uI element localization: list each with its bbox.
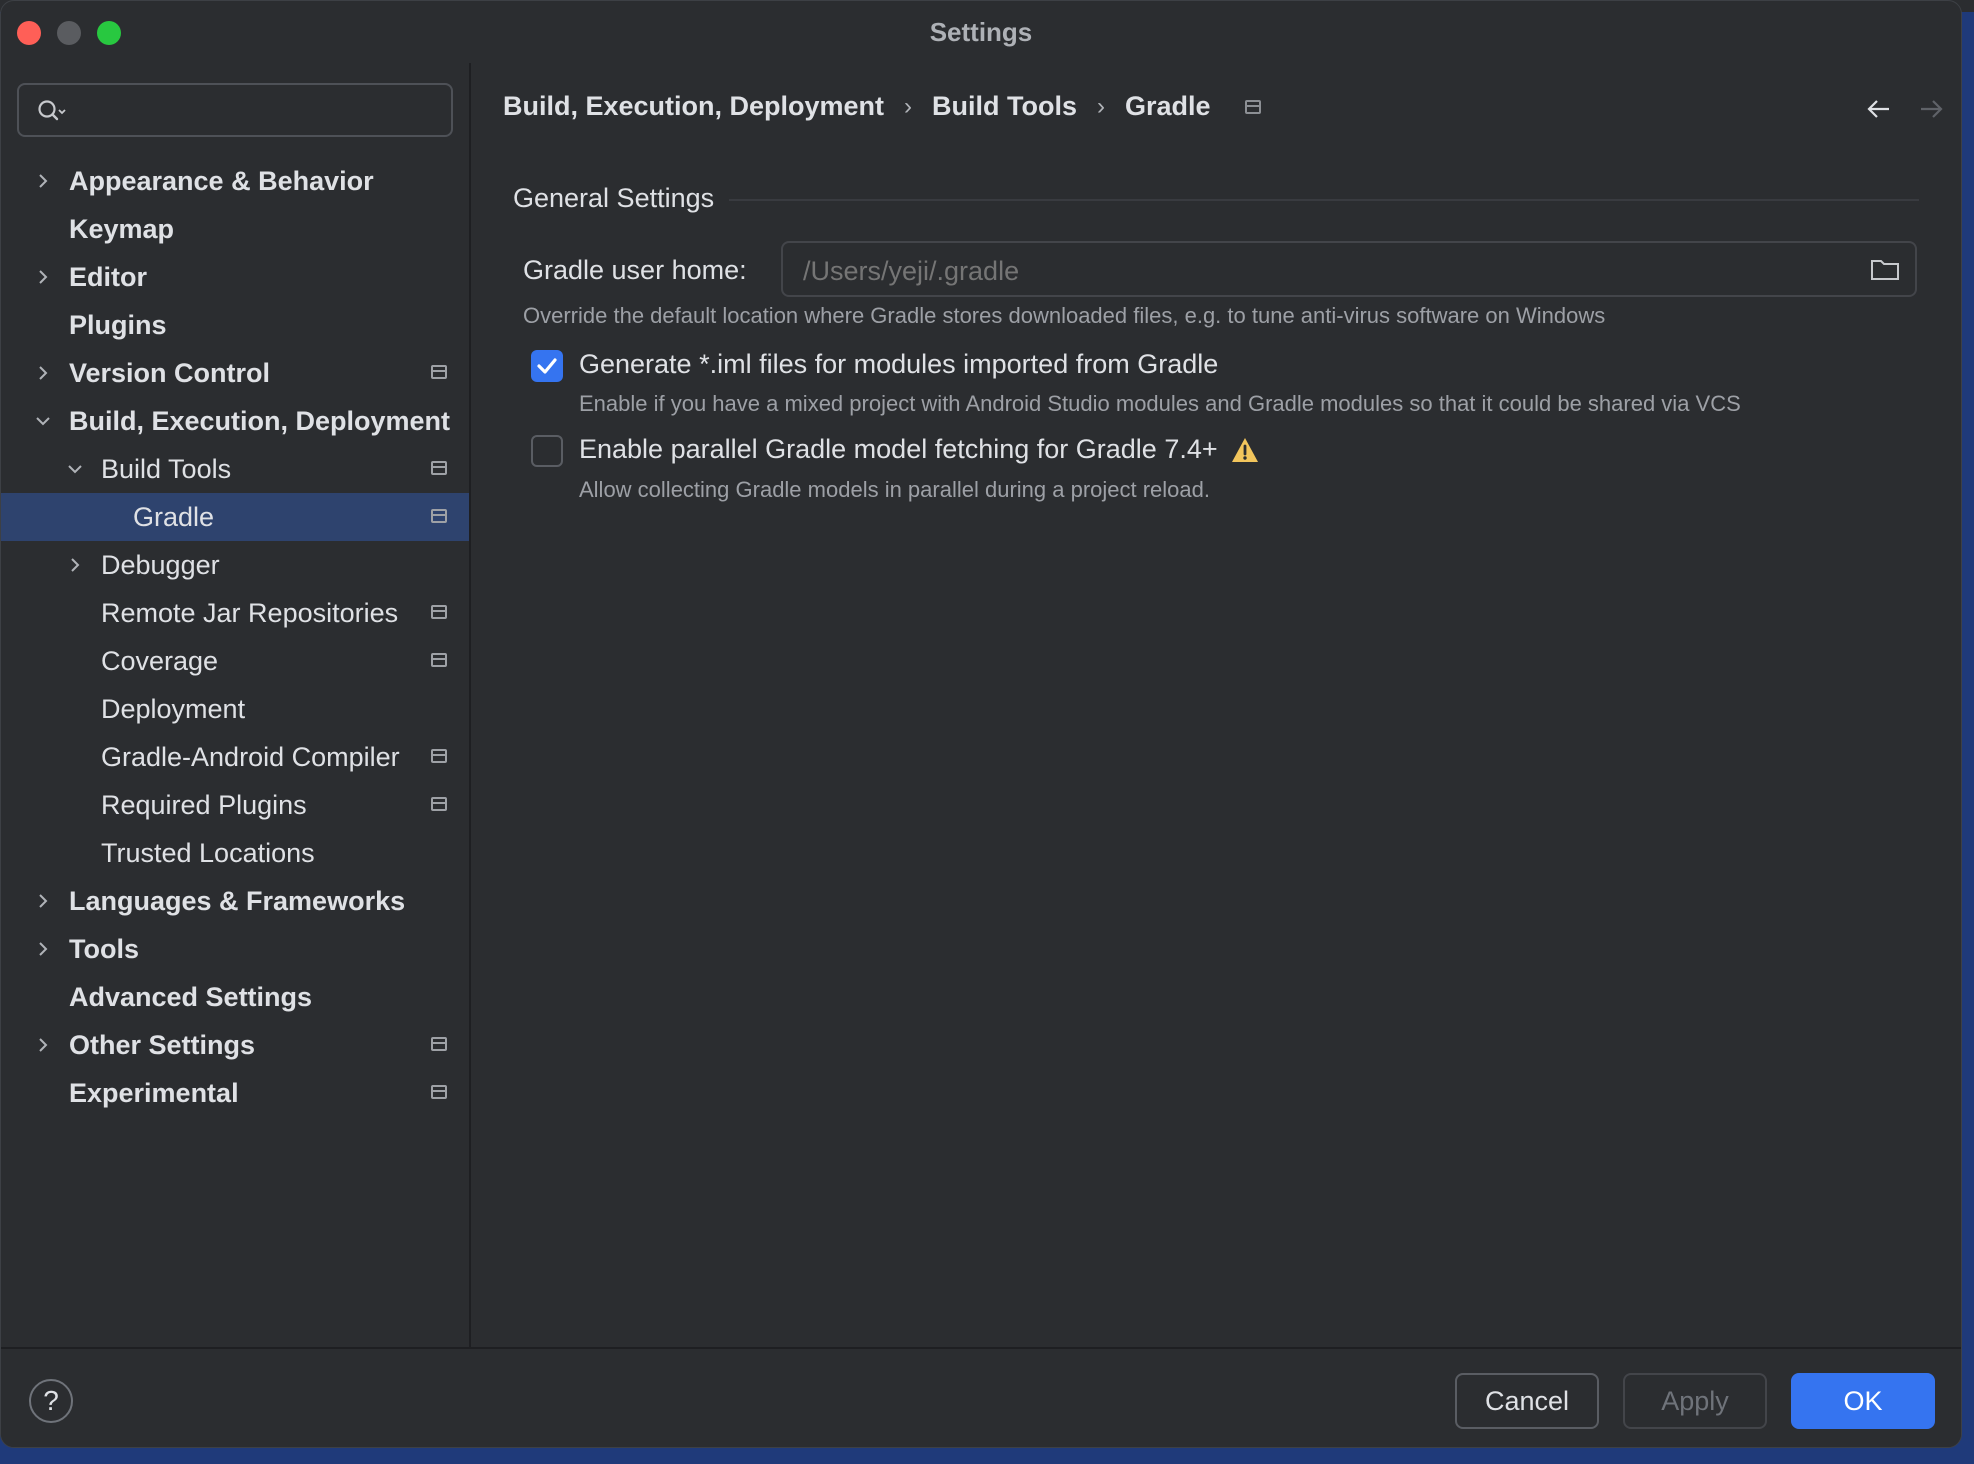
cancel-button[interactable]: Cancel bbox=[1455, 1373, 1599, 1429]
gradle-user-home-input[interactable] bbox=[801, 251, 1845, 291]
tree-item[interactable]: Experimental bbox=[1, 1069, 469, 1117]
tree-item[interactable]: Coverage bbox=[1, 637, 469, 685]
gradle-user-home-field[interactable] bbox=[781, 241, 1917, 297]
tree-item-label: Other Settings bbox=[69, 1030, 256, 1060]
project-level-icon bbox=[1244, 99, 1261, 114]
chevron-right-icon[interactable] bbox=[65, 555, 85, 575]
chevron-right-icon[interactable] bbox=[33, 363, 53, 383]
arrow-right-icon[interactable] bbox=[1917, 97, 1945, 121]
tree-item-label: Deployment bbox=[101, 694, 246, 724]
project-level-icon bbox=[431, 653, 447, 667]
tree-item[interactable]: Version Control bbox=[1, 349, 469, 397]
tree-item-label: Build, Execution, Deployment bbox=[69, 406, 451, 436]
tree-item-label: Trusted Locations bbox=[101, 838, 315, 868]
breadcrumb-separator: › bbox=[904, 92, 913, 120]
generate-iml-hint: Enable if you have a mixed project with … bbox=[579, 391, 1741, 416]
window-title: Settings bbox=[929, 17, 1033, 47]
breadcrumb-separator: › bbox=[1097, 92, 1106, 120]
project-level-icon bbox=[431, 461, 447, 475]
dialog-footer: ? Cancel Apply OK bbox=[1, 1347, 1961, 1447]
parallel-fetching-hint: Allow collecting Gradle models in parall… bbox=[579, 477, 1210, 502]
tree-item[interactable]: Keymap bbox=[1, 205, 469, 253]
history-navigation bbox=[1865, 97, 1945, 121]
tree-item-label: Gradle bbox=[133, 502, 215, 532]
project-level-icon bbox=[431, 797, 447, 811]
tree-item[interactable]: Remote Jar Repositories bbox=[1, 589, 469, 637]
warning-icon[interactable] bbox=[1230, 436, 1260, 464]
tree-item-label: Keymap bbox=[69, 214, 175, 244]
settings-sidebar: Appearance & Behavior Keymap Editor Plugins… bbox=[1, 63, 471, 1347]
project-level-icon bbox=[431, 605, 447, 619]
section-title: General Settings bbox=[513, 183, 715, 213]
tree-item[interactable]: Other Settings bbox=[1, 1021, 469, 1069]
breadcrumb-item-build-execution-deployment[interactable]: Build, Execution, Deployment bbox=[503, 91, 884, 122]
tree-item-label: Required Plugins bbox=[101, 790, 307, 820]
parallel-fetching-label[interactable]: Enable parallel Gradle model fetching fo… bbox=[579, 434, 1260, 465]
settings-tree: Appearance & Behavior Keymap Editor Plugins… bbox=[1, 157, 469, 1117]
tree-item[interactable]: Build, Execution, Deployment bbox=[1, 397, 469, 445]
search-icon bbox=[38, 100, 66, 121]
tree-item[interactable]: Gradle-Android Compiler bbox=[1, 733, 469, 781]
generate-iml-text: Generate *.iml files for modules importe… bbox=[579, 349, 1219, 379]
ok-button[interactable]: OK bbox=[1791, 1373, 1935, 1429]
checkmark-icon bbox=[537, 358, 557, 374]
tree-item-label: Gradle-Android Compiler bbox=[101, 742, 400, 772]
project-level-icon bbox=[431, 1085, 447, 1099]
chevron-down-icon[interactable] bbox=[65, 459, 85, 479]
tree-item[interactable]: Advanced Settings bbox=[1, 973, 469, 1021]
tree-item[interactable]: Appearance & Behavior bbox=[1, 157, 469, 205]
settings-window: Settings Appearance & Behavior Keymap Edit… bbox=[0, 0, 1962, 1448]
tree-item[interactable]: Build Tools bbox=[1, 445, 469, 493]
settings-search[interactable] bbox=[17, 83, 453, 137]
apply-button[interactable]: Apply bbox=[1623, 1373, 1767, 1429]
tree-item-label: Build Tools bbox=[101, 454, 232, 484]
gradle-user-home-hint: Override the default location where Grad… bbox=[523, 303, 1606, 328]
project-level-icon bbox=[431, 749, 447, 763]
chevron-right-icon[interactable] bbox=[33, 171, 53, 191]
project-level-icon bbox=[431, 1037, 447, 1051]
search-input[interactable] bbox=[79, 93, 443, 131]
tree-item-label: Plugins bbox=[69, 310, 167, 340]
breadcrumb-item-build-tools[interactable]: Build Tools bbox=[932, 91, 1077, 122]
chevron-right-icon[interactable] bbox=[33, 1035, 53, 1055]
tree-item[interactable]: Languages & Frameworks bbox=[1, 877, 469, 925]
tree-item-label: Tools bbox=[69, 934, 139, 964]
tree-item-label: Editor bbox=[69, 262, 147, 292]
title-bar: Settings bbox=[1, 1, 1961, 63]
tree-item[interactable]: Trusted Locations bbox=[1, 829, 469, 877]
tree-item-label: Languages & Frameworks bbox=[69, 886, 406, 916]
gradle-user-home-label: Gradle user home: bbox=[523, 255, 747, 285]
arrow-left-icon[interactable] bbox=[1865, 97, 1893, 121]
breadcrumb-item-gradle: Gradle bbox=[1125, 91, 1211, 121]
chevron-right-icon[interactable] bbox=[33, 267, 53, 287]
generate-iml-checkbox[interactable] bbox=[531, 350, 563, 382]
help-button[interactable]: ? bbox=[29, 1379, 73, 1423]
settings-content: Build, Execution, Deployment › Build Too… bbox=[471, 63, 1961, 1347]
project-level-icon bbox=[431, 509, 447, 523]
generate-iml-label[interactable]: Generate *.iml files for modules importe… bbox=[579, 349, 1218, 380]
tree-item[interactable]: Gradle bbox=[1, 493, 469, 541]
tree-item[interactable]: Tools bbox=[1, 925, 469, 973]
tree-item-label: Coverage bbox=[101, 646, 219, 676]
tree-item-label: Remote Jar Repositories bbox=[101, 598, 399, 628]
tree-item-label: Appearance & Behavior bbox=[69, 166, 374, 196]
tree-item[interactable]: Required Plugins bbox=[1, 781, 469, 829]
section-divider bbox=[729, 199, 1919, 201]
tree-item-label: Experimental bbox=[69, 1078, 239, 1108]
tree-item[interactable]: Plugins bbox=[1, 301, 469, 349]
parallel-fetching-text: Enable parallel Gradle model fetching fo… bbox=[579, 434, 1218, 464]
project-level-icon bbox=[431, 365, 447, 379]
tree-item-label: Debugger bbox=[101, 550, 220, 580]
chevron-right-icon[interactable] bbox=[33, 891, 53, 911]
tree-item[interactable]: Deployment bbox=[1, 685, 469, 733]
folder-icon[interactable] bbox=[1869, 255, 1901, 283]
chevron-right-icon[interactable] bbox=[33, 939, 53, 959]
tree-item[interactable]: Editor bbox=[1, 253, 469, 301]
tree-item[interactable]: Debugger bbox=[1, 541, 469, 589]
tree-item-label: Advanced Settings bbox=[69, 982, 313, 1012]
chevron-down-icon[interactable] bbox=[33, 411, 53, 431]
parallel-fetching-checkbox[interactable] bbox=[531, 435, 563, 467]
breadcrumb: Build, Execution, Deployment › Build Too… bbox=[503, 91, 1261, 122]
tree-item-label: Version Control bbox=[69, 358, 271, 388]
